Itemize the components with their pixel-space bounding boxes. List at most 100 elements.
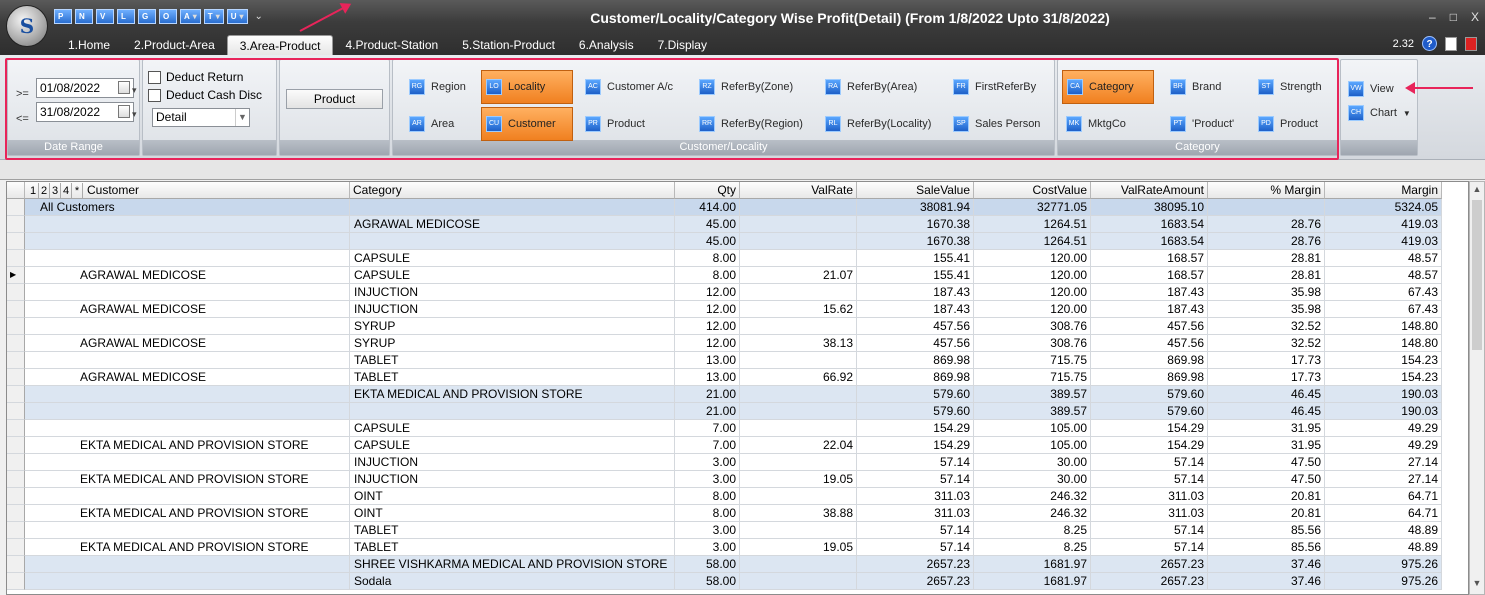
cell-qty: 12.00	[675, 284, 740, 301]
app-logo-button[interactable]: S	[6, 5, 48, 47]
row-selector-header[interactable]	[7, 182, 25, 199]
annotation-arrow	[1407, 87, 1473, 89]
tab-home[interactable]: 1.Home	[56, 35, 122, 55]
row-selector[interactable]	[7, 505, 25, 522]
column-header-valrate[interactable]: ValRate	[740, 182, 857, 199]
help-icon[interactable]: ?	[1422, 36, 1437, 51]
table-row[interactable]: INJUCTION 12.00 187.43 120.00 187.43 35.98 67.…	[7, 284, 1468, 301]
table-row[interactable]: INJUCTION 3.00 57.14 30.00 57.14 47.50 27.14	[7, 454, 1468, 471]
quick-access-l-button[interactable]: L	[117, 9, 135, 24]
table-row[interactable]: EKTA MEDICAL AND PROVISION STORE INJUCTIO…	[7, 471, 1468, 488]
table-row[interactable]: TABLET 13.00 869.98 715.75 869.98 17.73 154.23	[7, 352, 1468, 369]
quick-access-p-button[interactable]: P	[54, 9, 72, 24]
quick-access-g-button[interactable]: G	[138, 9, 156, 24]
table-row[interactable]: EKTA MEDICAL AND PROVISION STORE 21.00 579…	[7, 386, 1468, 403]
view-button[interactable]: VW View	[1344, 78, 1398, 100]
row-selector[interactable]	[7, 488, 25, 505]
table-row[interactable]: CAPSULE 8.00 155.41 120.00 168.57 28.81 48.57	[7, 250, 1468, 267]
column-header-pm[interactable]: % Margin	[1208, 182, 1325, 199]
row-selector[interactable]	[7, 539, 25, 556]
tab-product-station[interactable]: 4.Product-Station	[333, 35, 450, 55]
column-header-sale[interactable]: SaleValue	[857, 182, 974, 199]
table-row[interactable]: TABLET 3.00 57.14 8.25 57.14 85.56 48.89	[7, 522, 1468, 539]
cell-margin: 154.23	[1325, 352, 1442, 369]
column-header-vra[interactable]: ValRateAmount	[1091, 182, 1208, 199]
data-grid[interactable]: 1 2 3 4 * Customer Category Qty ValRate SaleValue…	[6, 181, 1469, 595]
row-selector[interactable]	[7, 369, 25, 386]
tab-display[interactable]: 7.Display	[646, 35, 719, 55]
quick-access-u-button[interactable]: U ▾	[226, 9, 248, 24]
chart-button[interactable]: CH Chart ▼	[1344, 102, 1415, 124]
column-header-qty[interactable]: Qty	[675, 182, 740, 199]
scroll-up-icon[interactable]: ▲	[1470, 184, 1484, 198]
table-row[interactable]: OINT 8.00 311.03 246.32 311.03 20.81 64.71	[7, 488, 1468, 505]
quick-access-o-button[interactable]: O	[159, 9, 177, 24]
row-selector[interactable]	[7, 522, 25, 539]
group-level-4-button[interactable]: 4	[61, 183, 72, 198]
column-header-category[interactable]: Category	[350, 182, 675, 199]
chevron-down-icon[interactable]: ▾	[193, 10, 197, 23]
row-selector[interactable]	[7, 318, 25, 335]
table-row[interactable]: AGRAWAL MEDICOSE SYRUP 12.00 38.13 457.56 308…	[7, 335, 1468, 352]
row-selector[interactable]	[7, 471, 25, 488]
exit-icon[interactable]	[1465, 36, 1477, 51]
row-selector[interactable]	[7, 556, 25, 573]
table-row[interactable]: 21.00 579.60 389.57 579.60 46.45 190.03	[7, 403, 1468, 420]
row-selector[interactable]	[7, 216, 25, 233]
row-selector[interactable]	[7, 454, 25, 471]
table-row[interactable]: ▶ AGRAWAL MEDICOSE CAPSULE 8.00 21.07 155.41 1…	[7, 267, 1468, 284]
table-row[interactable]: CAPSULE 7.00 154.29 105.00 154.29 31.95 49.29	[7, 420, 1468, 437]
row-selector[interactable]	[7, 233, 25, 250]
table-row[interactable]: SHREE VISHKARMA MEDICAL AND PROVISION ST…	[7, 556, 1468, 573]
table-row[interactable]: AGRAWAL MEDICOSE INJUCTION 12.00 15.62 187.4…	[7, 301, 1468, 318]
customize-toolbar-icon[interactable]: ⌄	[251, 9, 263, 24]
current-row-indicator-icon[interactable]: ▶	[7, 267, 25, 284]
quick-access-n-button[interactable]: N	[75, 9, 93, 24]
table-row[interactable]: EKTA MEDICAL AND PROVISION STORE CAPSULE 7…	[7, 437, 1468, 454]
row-selector[interactable]	[7, 386, 25, 403]
column-header-cost[interactable]: CostValue	[974, 182, 1091, 199]
row-selector[interactable]	[7, 250, 25, 267]
close-button[interactable]: X	[1471, 10, 1479, 24]
row-selector[interactable]	[7, 437, 25, 454]
group-level-1-button[interactable]: 1	[28, 183, 39, 198]
document-icon[interactable]	[1445, 36, 1457, 51]
table-row[interactable]: AGRAWAL MEDICOSE TABLET 13.00 66.92 869.98 71…	[7, 369, 1468, 386]
table-row[interactable]: SYRUP 12.00 457.56 308.76 457.56 32.52 148.80	[7, 318, 1468, 335]
scroll-thumb[interactable]	[1472, 200, 1482, 350]
quick-access-a-button[interactable]: A ▾	[180, 9, 201, 24]
table-row[interactable]: All Customers 414.00 38081.94 32771.05 38095…	[7, 199, 1468, 216]
table-row[interactable]: AGRAWAL MEDICOSE 45.00 1670.38 1264.51 1683.…	[7, 216, 1468, 233]
table-row[interactable]: 45.00 1670.38 1264.51 1683.54 28.76 419.03	[7, 233, 1468, 250]
group-level-all-button[interactable]: *	[72, 183, 83, 198]
row-selector[interactable]	[7, 199, 25, 216]
quick-access-v-button[interactable]: V	[96, 9, 114, 24]
row-selector[interactable]	[7, 284, 25, 301]
tab-analysis[interactable]: 6.Analysis	[567, 35, 646, 55]
row-selector[interactable]	[7, 403, 25, 420]
column-header-margin[interactable]: Margin	[1325, 182, 1442, 199]
row-selector[interactable]	[7, 352, 25, 369]
row-selector[interactable]	[7, 573, 25, 590]
table-row[interactable]: EKTA MEDICAL AND PROVISION STORE OINT 8.00…	[7, 505, 1468, 522]
row-selector[interactable]	[7, 420, 25, 437]
group-level-2-button[interactable]: 2	[39, 183, 50, 198]
quick-access-t-button[interactable]: T ▾	[203, 9, 224, 24]
row-selector[interactable]	[7, 335, 25, 352]
tab-area-product[interactable]: 3.Area-Product	[226, 35, 334, 55]
column-header-customer[interactable]: 1 2 3 4 * Customer	[25, 182, 350, 199]
minimize-button[interactable]: –	[1429, 10, 1436, 24]
maximize-button[interactable]: □	[1450, 10, 1457, 24]
chevron-down-icon[interactable]: ▼	[1403, 109, 1411, 118]
cell-qty: 8.00	[675, 505, 740, 522]
vertical-scrollbar[interactable]: ▲ ▼	[1469, 181, 1485, 595]
tab-station-product[interactable]: 5.Station-Product	[450, 35, 567, 55]
group-level-3-button[interactable]: 3	[50, 183, 61, 198]
chevron-down-icon[interactable]: ▾	[216, 10, 220, 23]
row-selector[interactable]	[7, 301, 25, 318]
table-row[interactable]: EKTA MEDICAL AND PROVISION STORE TABLET 3.…	[7, 539, 1468, 556]
table-row[interactable]: Sodala 58.00 2657.23 1681.97 2657.23 37.46 975…	[7, 573, 1468, 590]
chevron-down-icon[interactable]: ▾	[239, 10, 243, 23]
scroll-down-icon[interactable]: ▼	[1470, 578, 1484, 592]
tab-product-area[interactable]: 2.Product-Area	[122, 35, 227, 55]
